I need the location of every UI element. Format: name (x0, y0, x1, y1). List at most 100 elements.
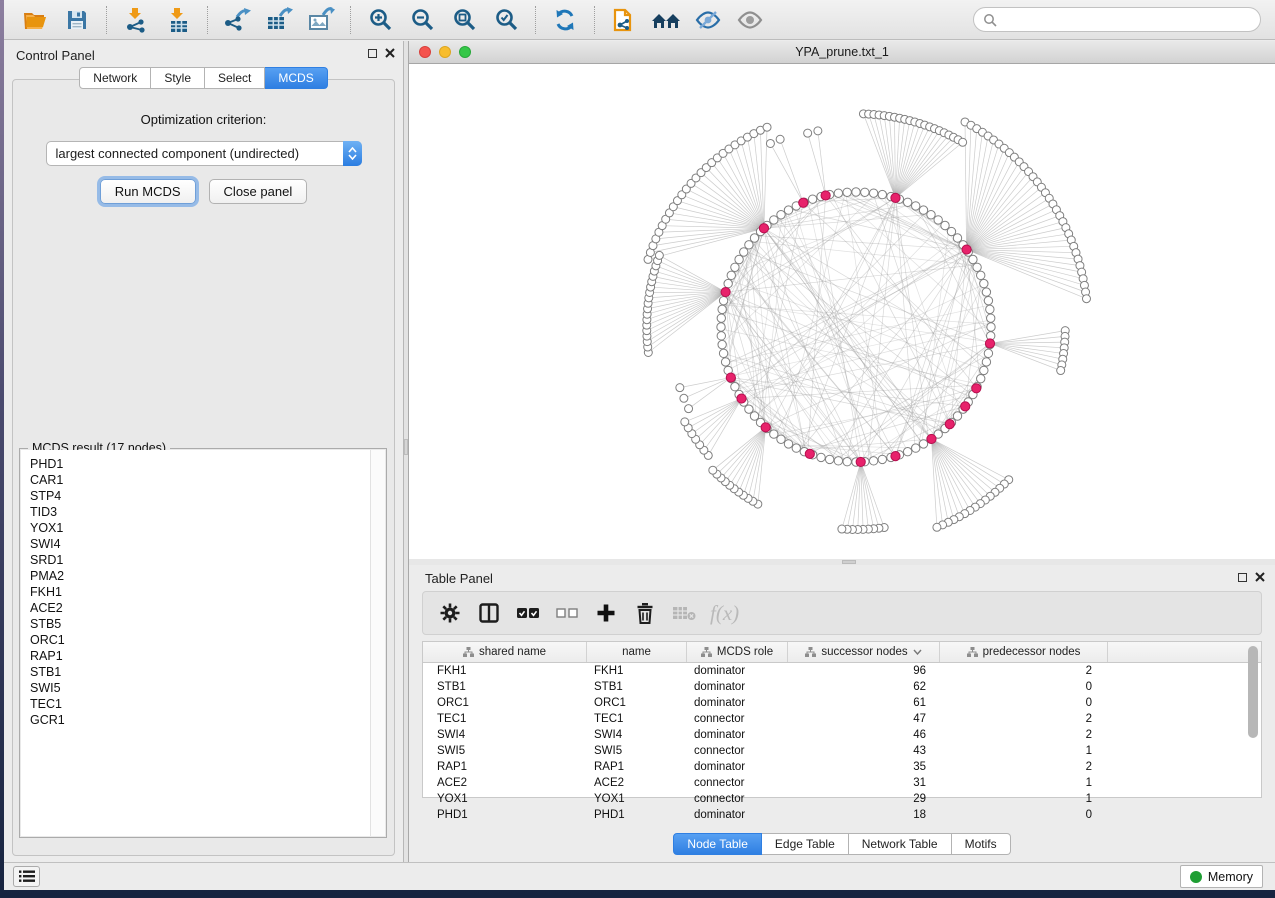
mcds-result-item[interactable]: STB1 (21, 664, 385, 680)
mcds-result-item[interactable]: FKH1 (21, 584, 385, 600)
table-row[interactable]: PHD1PHD1dominator180 (423, 807, 1261, 823)
close-panel-button[interactable]: Close panel (209, 179, 308, 204)
mcds-result-item[interactable]: TID3 (21, 504, 385, 520)
table-tabs: Node TableEdge TableNetwork TableMotifs (409, 833, 1275, 855)
select-all-columns-icon[interactable] (513, 598, 543, 628)
mcds-result-item[interactable]: SWI4 (21, 536, 385, 552)
delete-column-icon[interactable] (630, 598, 660, 628)
table-row[interactable]: YOX1YOX1connector291 (423, 791, 1261, 807)
split-panel-icon[interactable] (474, 598, 504, 628)
home-networks-icon[interactable] (649, 5, 683, 35)
table-cell: 1 (940, 791, 1108, 807)
table-row[interactable]: STB1STB1dominator620 (423, 679, 1261, 695)
float-panel-icon[interactable] (1238, 573, 1247, 582)
mcds-result-item[interactable]: YOX1 (21, 520, 385, 536)
mcds-result-item[interactable]: RAP1 (21, 648, 385, 664)
column-header-name[interactable]: name (587, 642, 687, 662)
function-builder-icon: f(x) (708, 601, 739, 626)
network-from-document-icon[interactable] (607, 5, 641, 35)
result-list-scrollbar[interactable] (370, 450, 385, 836)
column-header-successor-nodes[interactable]: successor nodes (788, 642, 940, 662)
network-graph[interactable] (409, 64, 1275, 559)
tab-edge-table[interactable]: Edge Table (762, 833, 849, 855)
network-window-titlebar[interactable]: YPA_prune.txt_1 (409, 41, 1275, 64)
table-row[interactable]: RAP1RAP1dominator352 (423, 759, 1261, 775)
export-image-icon[interactable] (304, 5, 338, 35)
import-table-icon[interactable] (161, 5, 195, 35)
table-settings-gear-icon[interactable] (435, 598, 465, 628)
mcds-result-item[interactable]: STP4 (21, 488, 385, 504)
column-header-shared-name[interactable]: shared name (423, 642, 587, 662)
save-icon[interactable] (60, 5, 94, 35)
zoom-selected-icon[interactable] (489, 5, 523, 35)
column-header-label: predecessor nodes (983, 646, 1081, 658)
tab-network[interactable]: Network (79, 67, 151, 89)
zoom-fit-icon[interactable] (447, 5, 481, 35)
close-panel-icon[interactable] (385, 48, 395, 58)
mcds-result-item[interactable]: ACE2 (21, 600, 385, 616)
tab-style[interactable]: Style (151, 67, 205, 89)
mcds-result-item[interactable]: PMA2 (21, 568, 385, 584)
memory-button[interactable]: Memory (1180, 865, 1263, 888)
tab-mcds[interactable]: MCDS (265, 67, 327, 89)
search-input[interactable] (997, 13, 1251, 27)
unselect-all-columns-icon[interactable] (552, 598, 582, 628)
run-mcds-button[interactable]: Run MCDS (100, 179, 196, 204)
mcds-result-item[interactable]: CAR1 (21, 472, 385, 488)
add-column-icon[interactable] (591, 598, 621, 628)
table-scrollbar[interactable] (1248, 646, 1258, 738)
mcds-result-item[interactable]: SRD1 (21, 552, 385, 568)
mcds-result-item[interactable]: PHD1 (21, 456, 385, 472)
column-header-MCDS-role[interactable]: MCDS role (687, 642, 788, 662)
zoom-in-icon[interactable] (363, 5, 397, 35)
window-minimize-icon[interactable] (439, 46, 451, 58)
mcds-result-item[interactable]: STB5 (21, 616, 385, 632)
mcds-result-item[interactable]: ORC1 (21, 632, 385, 648)
tab-motifs[interactable]: Motifs (952, 833, 1011, 855)
hide-selected-eye-icon[interactable] (691, 5, 725, 35)
table-toolbar: f(x) (422, 591, 1262, 635)
mcds-result-list[interactable]: PHD1CAR1STP4TID3YOX1SWI4SRD1PMA2FKH1ACE2… (21, 450, 385, 836)
splitter-grip[interactable] (404, 439, 408, 455)
table-cell: 1 (940, 743, 1108, 759)
memory-label: Memory (1208, 870, 1253, 884)
network-canvas[interactable] (409, 64, 1275, 559)
criterion-dropdown[interactable]: largest connected component (undirected) (46, 141, 362, 166)
tab-node-table[interactable]: Node Table (673, 833, 762, 855)
table-row[interactable]: SWI5SWI5connector431 (423, 743, 1261, 759)
status-bar: Memory (4, 862, 1275, 890)
mcds-result-item[interactable]: GCR1 (21, 712, 385, 728)
task-history-button[interactable] (13, 866, 40, 887)
table-row[interactable]: TEC1TEC1connector472 (423, 711, 1261, 727)
import-network-icon[interactable] (119, 5, 153, 35)
table-row[interactable]: FKH1FKH1dominator962 (423, 663, 1261, 679)
zoom-out-icon[interactable] (405, 5, 439, 35)
refresh-layout-icon[interactable] (548, 5, 582, 35)
memory-status-icon (1190, 871, 1202, 883)
control-panel-titlebar: Control Panel (4, 41, 403, 67)
export-table-icon[interactable] (262, 5, 296, 35)
mcds-result-item[interactable]: TEC1 (21, 696, 385, 712)
export-network-icon[interactable] (220, 5, 254, 35)
window-close-icon[interactable] (419, 46, 431, 58)
table-row[interactable]: ACE2ACE2connector311 (423, 775, 1261, 791)
tab-network-table[interactable]: Network Table (849, 833, 952, 855)
toolbar-separator (594, 6, 595, 34)
mcds-result-item[interactable]: SWI5 (21, 680, 385, 696)
table-row[interactable]: ORC1ORC1dominator610 (423, 695, 1261, 711)
open-folder-icon[interactable] (18, 5, 52, 35)
column-header-predecessor-nodes[interactable]: predecessor nodes (940, 642, 1108, 662)
table-row[interactable]: SWI4SWI4dominator462 (423, 727, 1261, 743)
network-view-window: YPA_prune.txt_1 (409, 41, 1275, 559)
tab-select[interactable]: Select (205, 67, 265, 89)
table-cell: connector (687, 791, 788, 807)
splitter-grip[interactable] (842, 560, 856, 564)
show-eye-icon[interactable] (733, 5, 767, 35)
table-cell: dominator (687, 695, 788, 711)
float-panel-icon[interactable] (368, 49, 377, 58)
search-box[interactable] (973, 7, 1261, 32)
close-panel-icon[interactable] (1255, 572, 1265, 582)
window-maximize-icon[interactable] (459, 46, 471, 58)
table-cell: dominator (687, 727, 788, 743)
column-type-icon (463, 647, 474, 657)
